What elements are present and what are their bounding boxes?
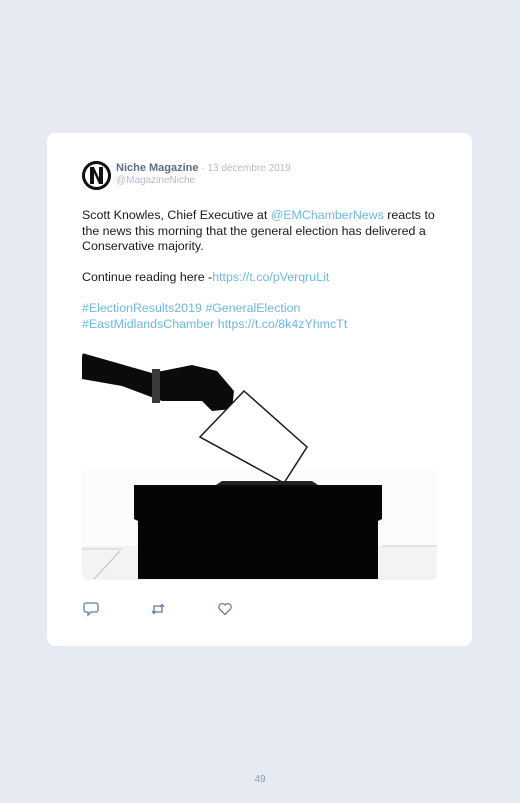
avatar[interactable]	[82, 161, 111, 190]
tweet-paragraph: Scott Knowles, Chief Executive at @EMCha…	[82, 208, 442, 255]
tweet-header: Niche Magazine · 13 décembre 2019	[116, 162, 291, 174]
niche-logo-icon	[82, 161, 111, 190]
tweet-actions	[83, 601, 283, 617]
author-handle[interactable]: @MagazineNiche	[116, 175, 195, 186]
mention-link[interactable]: @EMChamberNews	[271, 208, 384, 222]
hashtag-link[interactable]: #EastMidlandsChamber	[82, 317, 214, 331]
media-link[interactable]: https://t.co/8k4zYhmcTt	[218, 317, 347, 331]
hashtags-paragraph: #ElectionResults2019 #GeneralElection #Ea…	[82, 301, 442, 332]
hashtag-link[interactable]: #GeneralElection	[205, 301, 300, 315]
ballot-box-photo	[82, 351, 437, 580]
tweet-card: Niche Magazine · 13 décembre 2019 @Magaz…	[47, 133, 472, 646]
continue-label: Continue reading here -	[82, 270, 213, 284]
tweet-text: Scott Knowles, Chief Executive at @EMCha…	[82, 208, 442, 348]
reply-icon[interactable]	[83, 601, 99, 617]
text-segment: Scott Knowles, Chief Executive at	[82, 208, 271, 222]
page-number: 49	[254, 774, 266, 785]
continue-paragraph: Continue reading here -https://t.co/pVer…	[82, 270, 442, 286]
heart-icon[interactable]	[217, 601, 233, 617]
hashtag-link[interactable]: #ElectionResults2019	[82, 301, 202, 315]
article-link[interactable]: https://t.co/pVerqruLit	[212, 270, 329, 284]
tweet-image[interactable]	[82, 351, 437, 580]
author-name[interactable]: Niche Magazine	[116, 162, 199, 174]
tweet-date[interactable]: 13 décembre 2019	[207, 163, 290, 174]
retweet-icon[interactable]	[150, 601, 166, 617]
